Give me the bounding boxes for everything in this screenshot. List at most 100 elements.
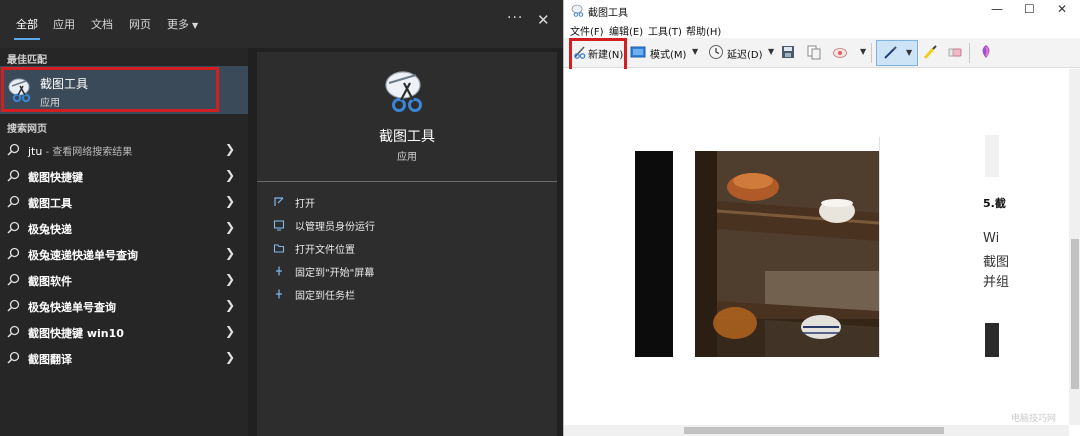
web-result-label: jtu - 查看网络搜索结果 bbox=[28, 143, 132, 158]
web-result-label: 截图快捷键 win10 bbox=[28, 327, 124, 340]
preview-action-label: 以管理员身份运行 bbox=[295, 222, 375, 233]
web-result-label: 截图软件 bbox=[28, 275, 72, 288]
web-result-item[interactable]: jtu - 查看网络搜索结果 ❯ bbox=[0, 138, 248, 164]
web-result-item[interactable]: 截图翻译 ❯ bbox=[0, 346, 248, 372]
web-result-label: 截图工具 bbox=[28, 197, 72, 210]
mode-button[interactable]: 模式(M) bbox=[650, 46, 686, 61]
horizontal-scrollbar[interactable] bbox=[564, 425, 1069, 436]
highlight-annotation bbox=[569, 38, 627, 72]
content-line: 截图 bbox=[983, 255, 1010, 270]
screen: 全部 应用 文档 网页 更多 ▼ ··· ✕ 最佳匹配 截图工具 应用 搜索网页… bbox=[0, 0, 1080, 436]
tab-web[interactable]: 网页 bbox=[129, 16, 151, 32]
web-result-label: 截图翻译 bbox=[28, 353, 72, 366]
more-options-button[interactable]: ··· bbox=[507, 10, 523, 26]
maximize-button[interactable]: ☐ bbox=[1024, 2, 1035, 16]
snipping-tool-window: 截图工具 — ☐ ✕ 文件(F) 编辑(E) 工具(T) 帮助(H) 新建(N)… bbox=[563, 0, 1080, 436]
web-result-item[interactable]: 截图工具 ❯ bbox=[0, 190, 248, 216]
folder-icon bbox=[273, 244, 285, 253]
scrollbar-thumb[interactable] bbox=[684, 427, 944, 434]
menu-help[interactable]: 帮助(H) bbox=[686, 23, 721, 38]
search-icon bbox=[7, 169, 20, 182]
paint3d-icon[interactable] bbox=[978, 44, 994, 60]
web-result-label: 截图快捷键 bbox=[28, 171, 83, 184]
content-dark-block bbox=[985, 323, 999, 357]
send-snip-icon[interactable] bbox=[832, 44, 848, 60]
content-divider bbox=[879, 137, 880, 357]
highlight-annotation bbox=[1, 67, 219, 112]
chevron-down-icon[interactable]: ▼ bbox=[860, 47, 866, 56]
snipping-tool-icon bbox=[571, 4, 584, 17]
web-result-item[interactable]: 极兔快递 ❯ bbox=[0, 216, 248, 242]
minimize-button[interactable]: — bbox=[991, 2, 1003, 16]
search-tabs: 全部 应用 文档 网页 更多 ▼ ··· ✕ bbox=[0, 0, 563, 48]
preview-action-label: 打开文件位置 bbox=[295, 245, 355, 256]
web-result-item[interactable]: 极兔快递单号查询 ❯ bbox=[0, 294, 248, 320]
tab-apps[interactable]: 应用 bbox=[53, 16, 75, 32]
menu-file[interactable]: 文件(F) bbox=[570, 23, 604, 38]
chevron-down-icon[interactable]: ▼ bbox=[906, 48, 912, 57]
pen-icon bbox=[884, 46, 897, 59]
chevron-right-icon: ❯ bbox=[225, 298, 236, 312]
tab-more-label: 更多 bbox=[167, 18, 189, 31]
search-icon bbox=[7, 143, 20, 156]
chevron-right-icon: ❯ bbox=[225, 220, 236, 234]
copy-icon[interactable] bbox=[806, 44, 822, 60]
chevron-right-icon: ❯ bbox=[225, 324, 236, 338]
web-result-item[interactable]: 截图快捷键 ❯ bbox=[0, 164, 248, 190]
preview-divider bbox=[257, 181, 557, 182]
web-search-heading: 搜索网页 bbox=[7, 124, 47, 135]
search-icon bbox=[7, 351, 20, 364]
shelf-photo bbox=[695, 151, 879, 357]
content-card bbox=[985, 135, 999, 177]
chevron-down-icon[interactable]: ▼ bbox=[768, 47, 774, 56]
tab-all[interactable]: 全部 bbox=[16, 16, 38, 32]
search-icon bbox=[7, 325, 20, 338]
preview-pane: 截图工具 应用 打开 以管理员身份运行 打开文件位置 固定到"开始"屏幕 固定到任务栏 bbox=[257, 52, 557, 436]
tab-documents[interactable]: 文档 bbox=[91, 16, 113, 32]
chevron-right-icon: ❯ bbox=[225, 272, 236, 286]
web-result-item[interactable]: 截图快捷键 win10 ❯ bbox=[0, 320, 248, 346]
title-bar: 截图工具 — ☐ ✕ bbox=[564, 0, 1080, 22]
preview-action-label: 固定到任务栏 bbox=[295, 291, 355, 302]
results-column: 最佳匹配 截图工具 应用 搜索网页 jtu - 查看网络搜索结果 ❯ 截图快捷键… bbox=[0, 48, 248, 436]
content-line: Wi bbox=[983, 231, 1000, 246]
preview-subtitle: 应用 bbox=[397, 152, 417, 163]
search-icon bbox=[7, 273, 20, 286]
scrollbar-thumb[interactable] bbox=[1071, 239, 1079, 389]
admin-icon bbox=[273, 220, 285, 231]
best-match-heading: 最佳匹配 bbox=[7, 55, 47, 66]
vertical-scrollbar[interactable] bbox=[1069, 69, 1080, 425]
web-result-label: 极兔速递快递单号查询 bbox=[28, 249, 138, 262]
snipping-tool-large-icon bbox=[385, 71, 422, 112]
chevron-down-icon[interactable]: ▼ bbox=[692, 47, 698, 56]
window-close-button[interactable]: ✕ bbox=[1057, 2, 1067, 16]
tab-more[interactable]: 更多 ▼ bbox=[167, 16, 198, 32]
chevron-right-icon: ❯ bbox=[225, 246, 236, 260]
chevron-down-icon: ▼ bbox=[192, 21, 199, 30]
preview-title: 截图工具 bbox=[379, 129, 435, 145]
eraser-icon[interactable] bbox=[947, 44, 963, 60]
active-tab-indicator bbox=[14, 38, 40, 40]
chevron-right-icon: ❯ bbox=[225, 194, 236, 208]
content-heading: 5.截 bbox=[983, 197, 1006, 210]
web-result-item[interactable]: 截图软件 ❯ bbox=[0, 268, 248, 294]
search-icon bbox=[7, 299, 20, 312]
delay-button[interactable]: 延迟(D) bbox=[727, 46, 763, 61]
web-result-label: 极兔快递 bbox=[28, 223, 72, 236]
dark-strip bbox=[635, 151, 673, 357]
web-result-item[interactable]: 极兔速递快递单号查询 ❯ bbox=[0, 242, 248, 268]
toolbar-separator bbox=[871, 43, 872, 63]
menu-edit[interactable]: 编辑(E) bbox=[609, 23, 643, 38]
highlighter-icon[interactable] bbox=[922, 44, 938, 60]
search-icon bbox=[7, 195, 20, 208]
save-icon[interactable] bbox=[780, 44, 796, 60]
pen-tool-button[interactable]: ▼ bbox=[876, 40, 918, 66]
preview-action-label: 固定到"开始"屏幕 bbox=[295, 268, 375, 279]
menu-tools[interactable]: 工具(T) bbox=[648, 23, 682, 38]
search-icon bbox=[7, 221, 20, 234]
web-result-hint: - 查看网络搜索结果 bbox=[42, 147, 133, 158]
content-line: 并组 bbox=[983, 275, 1010, 290]
clock-icon bbox=[709, 45, 723, 59]
watermark: 电脑技巧网 bbox=[1011, 414, 1057, 424]
close-button[interactable]: ✕ bbox=[537, 11, 550, 29]
